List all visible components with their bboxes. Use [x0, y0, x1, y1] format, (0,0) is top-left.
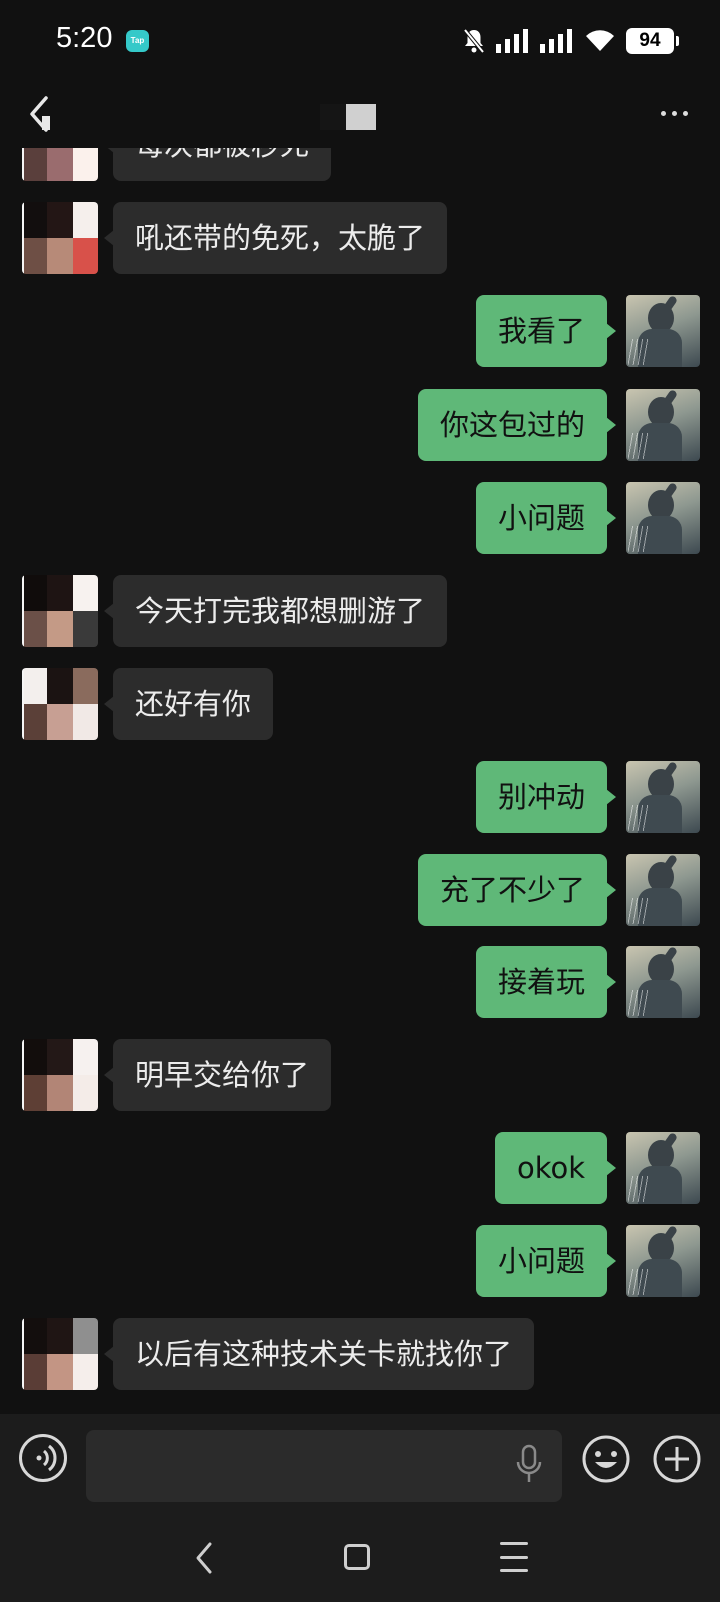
message-row-incoming: 明早交给你了 [0, 1039, 720, 1113]
system-nav-bar [0, 1518, 720, 1602]
message-input[interactable] [86, 1430, 562, 1502]
message-row-outgoing: 接着玩 [0, 946, 720, 1020]
nav-back-icon[interactable] [190, 1538, 220, 1578]
back-icon[interactable] [24, 92, 64, 136]
plus-icon[interactable] [652, 1434, 702, 1484]
message-bubble[interactable]: 小问题 [475, 482, 617, 554]
wifi-icon [586, 30, 614, 51]
my-avatar[interactable] [626, 482, 700, 554]
message-bubble[interactable]: 今天打完我都想删游了 [103, 575, 448, 647]
voice-icon[interactable] [19, 1434, 67, 1482]
message-bubble[interactable]: 小问题 [475, 1225, 617, 1297]
message-list: 每次都被秒死 吼还带的免死，太脆了 我看了 你这包过的 小问题 今天打完我都想删… [0, 148, 720, 1414]
contact-avatar[interactable] [22, 1318, 98, 1390]
message-row-outgoing: 别冲动 [0, 761, 720, 835]
tap-app-icon: Tap [126, 30, 149, 52]
message-bubble[interactable]: 接着玩 [475, 946, 617, 1018]
signal-2-icon [540, 29, 572, 53]
message-bubble[interactable]: 你这包过的 [417, 389, 617, 461]
input-bar [0, 1414, 720, 1518]
message-bubble[interactable]: 我看了 [475, 295, 617, 367]
contact-avatar[interactable] [22, 1039, 98, 1111]
contact-avatar[interactable] [22, 575, 98, 647]
my-avatar[interactable] [626, 946, 700, 1018]
contact-avatar[interactable] [22, 668, 98, 740]
contact-avatar[interactable] [22, 202, 98, 274]
chat-title [320, 104, 376, 130]
my-avatar[interactable] [626, 761, 700, 833]
message-row-outgoing: 充了不少了 [0, 854, 720, 928]
message-row-outgoing: 小问题 [0, 482, 720, 556]
more-icon[interactable] [654, 98, 694, 128]
status-bar: 5:20 Tap 94 [0, 0, 720, 80]
message-bubble[interactable]: 每次都被秒死 [103, 148, 332, 181]
message-row-incoming: 以后有这种技术关卡就找你了 [0, 1318, 720, 1392]
message-row-outgoing: 我看了 [0, 295, 720, 369]
nav-home-icon[interactable] [344, 1544, 370, 1570]
voice-wave-icon [36, 1444, 57, 1472]
message-row-incoming: 今天打完我都想删游了 [0, 575, 720, 649]
message-bubble[interactable]: 以后有这种技术关卡就找你了 [103, 1318, 535, 1390]
message-bubble[interactable]: 别冲动 [475, 761, 617, 833]
message-bubble[interactable]: 吼还带的免死，太脆了 [103, 202, 448, 274]
mic-icon[interactable] [514, 1444, 544, 1486]
nav-menu-icon[interactable] [500, 1542, 528, 1572]
signal-1-icon [496, 29, 528, 53]
message-row-incoming: 还好有你 [0, 668, 720, 742]
emoji-icon[interactable] [581, 1434, 631, 1484]
status-time: 5:20 [56, 22, 113, 54]
message-bubble[interactable]: 充了不少了 [417, 854, 617, 926]
my-avatar[interactable] [626, 389, 700, 461]
contact-avatar[interactable] [22, 148, 98, 181]
message-bubble[interactable]: 还好有你 [103, 668, 274, 740]
chat-header [0, 80, 720, 148]
message-bubble[interactable]: okok [494, 1132, 617, 1204]
bell-muted-icon [463, 28, 485, 54]
my-avatar[interactable] [626, 295, 700, 367]
message-row-incoming: 每次都被秒死 [0, 148, 720, 183]
status-icons: 94 [462, 26, 679, 56]
message-row-outgoing: 小问题 [0, 1225, 720, 1299]
message-row-outgoing: okok [0, 1132, 720, 1206]
battery-indicator: 94 [626, 28, 679, 54]
message-row-outgoing: 你这包过的 [0, 389, 720, 463]
message-row-incoming: 吼还带的免死，太脆了 [0, 202, 720, 276]
my-avatar[interactable] [626, 1132, 700, 1204]
message-bubble[interactable]: 明早交给你了 [103, 1039, 332, 1111]
my-avatar[interactable] [626, 1225, 700, 1297]
my-avatar[interactable] [626, 854, 700, 926]
